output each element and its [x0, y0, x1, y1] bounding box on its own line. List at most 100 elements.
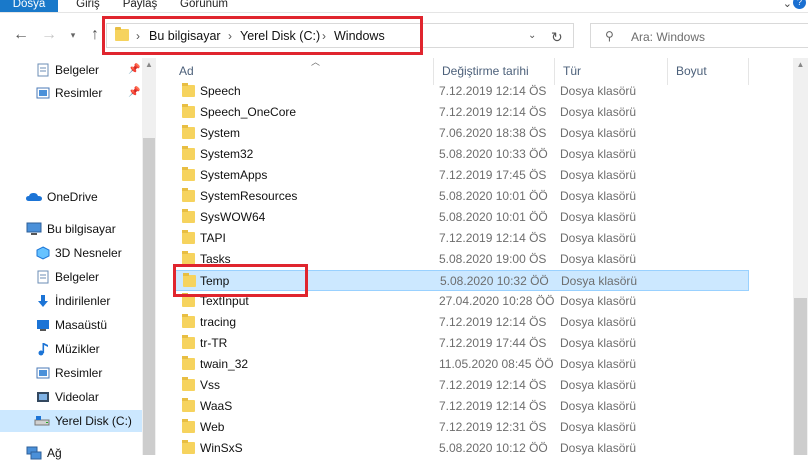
nav-label: Yerel Disk (C:) [55, 414, 132, 428]
pin-icon[interactable]: 📌 [128, 59, 140, 81]
table-row[interactable]: System 7.06.2020 18:38 ÖS Dosya klasörü [174, 123, 749, 144]
nav-item-3d-objects[interactable]: 3D Nesneler [0, 242, 142, 264]
folder-icon [182, 167, 195, 181]
tab-view[interactable]: Görünüm [174, 0, 234, 12]
ribbon-collapse-icon[interactable]: ⌄ [783, 0, 792, 10]
file-type: Dosya klasörü [560, 168, 637, 182]
table-row[interactable]: WinSxS 5.08.2020 10:12 ÖÖ Dosya klasörü [174, 438, 749, 459]
nav-label: Müzikler [55, 342, 100, 356]
folder-icon [182, 314, 195, 328]
desktop-icon [37, 320, 49, 331]
nav-item-documents[interactable]: Belgeler [0, 266, 142, 288]
table-row[interactable]: TAPI 7.12.2019 12:14 ÖS Dosya klasörü [174, 228, 749, 249]
nav-item-this-pc[interactable]: Bu bilgisayar [0, 218, 142, 240]
table-row[interactable]: System32 5.08.2020 10:33 ÖÖ Dosya klasörü [174, 144, 749, 165]
folder-icon [182, 398, 195, 412]
file-name: SysWOW64 [200, 210, 266, 224]
forward-button[interactable]: → [38, 23, 60, 47]
table-row[interactable]: tracing 7.12.2019 12:14 ÖS Dosya klasörü [174, 312, 749, 333]
table-row[interactable]: Web 7.12.2019 12:31 ÖS Dosya klasörü [174, 417, 749, 438]
file-name: System [200, 126, 241, 140]
file-type: Dosya klasörü [560, 420, 637, 434]
tab-home[interactable]: Giriş [68, 0, 108, 12]
highlight-box-temp [173, 264, 308, 297]
up-arrow-icon: ↑ [91, 26, 99, 43]
column-header-label: Ad [179, 64, 194, 78]
nav-item-videos[interactable]: Videolar [0, 386, 142, 408]
file-name: Web [200, 420, 225, 434]
file-date: 7.12.2019 17:45 ÖS [439, 168, 547, 182]
nav-item-pictures[interactable]: Resimler [0, 362, 142, 384]
file-type: Dosya klasörü [560, 210, 637, 224]
file-name: Speech [200, 84, 241, 98]
help-icon[interactable]: ? [793, 0, 806, 9]
table-row[interactable]: twain_32 11.05.2020 08:45 ÖÖ Dosya klasörü [174, 354, 749, 375]
file-date: 5.08.2020 10:12 ÖÖ [439, 441, 548, 455]
file-date: 5.08.2020 10:01 ÖÖ [439, 210, 548, 224]
scrollbar-thumb[interactable] [794, 298, 807, 455]
folder-icon [182, 377, 195, 391]
file-type: Dosya klasörü [560, 189, 637, 203]
file-type: Dosya klasörü [560, 147, 637, 161]
pin-icon[interactable]: 📌 [128, 82, 140, 104]
nav-item-music[interactable]: Müzikler [0, 338, 142, 360]
file-type: Dosya klasörü [560, 336, 637, 350]
folder-icon [182, 104, 195, 118]
file-type: Dosya klasörü [560, 315, 637, 329]
pictures-icon [36, 367, 50, 379]
table-row[interactable]: tr-TR 7.12.2019 17:44 ÖS Dosya klasörü [174, 333, 749, 354]
nav-label: Videolar [55, 390, 99, 404]
table-row[interactable]: SystemResources 5.08.2020 10:01 ÖÖ Dosya k… [174, 186, 749, 207]
music-icon [38, 343, 48, 356]
nav-item-onedrive[interactable]: OneDrive [0, 186, 142, 208]
nav-item-downloads[interactable]: İndirilenler [0, 290, 142, 312]
file-list-scrollbar[interactable]: ▲ [793, 58, 808, 455]
folder-icon [182, 188, 195, 202]
tab-file[interactable]: Dosya [0, 0, 58, 12]
file-date: 11.05.2020 08:45 ÖÖ [439, 357, 554, 371]
nav-item-local-disk[interactable]: Yerel Disk (C:) [0, 410, 142, 432]
file-name: WaaS [200, 399, 233, 413]
scroll-up-icon[interactable]: ▲ [793, 60, 808, 69]
file-date: 5.08.2020 10:33 ÖÖ [439, 147, 548, 161]
back-button[interactable]: ← [10, 23, 32, 47]
nav-label: Bu bilgisayar [47, 222, 116, 236]
folder-icon [182, 335, 195, 349]
computer-icon [26, 222, 42, 235]
videos-icon [37, 392, 49, 402]
table-row[interactable]: Vss 7.12.2019 12:14 ÖS Dosya klasörü [174, 375, 749, 396]
nav-item-desktop[interactable]: Masaüstü [0, 314, 142, 336]
scrollbar-thumb[interactable] [143, 138, 155, 455]
file-list: Ad ︿ Değiştirme tarihi Tür Boyut Speech 7… [157, 57, 793, 455]
table-row[interactable]: Speech_OneCore 7.12.2019 12:14 ÖS Dosya kl… [174, 102, 749, 123]
nav-pane-scrollbar[interactable]: ▲ [142, 58, 156, 455]
file-name: SystemApps [200, 168, 268, 182]
nav-label: 3D Nesneler [55, 246, 122, 260]
table-row[interactable]: SysWOW64 5.08.2020 10:01 ÖÖ Dosya klasörü [174, 207, 749, 228]
file-type: Dosya klasörü [560, 294, 637, 308]
folder-icon [182, 356, 195, 370]
table-row[interactable]: WaaS 7.12.2019 12:14 ÖS Dosya klasörü [174, 396, 749, 417]
table-row[interactable]: SystemApps 7.12.2019 17:45 ÖS Dosya klasör… [174, 165, 749, 186]
search-input[interactable] [629, 27, 793, 47]
tab-share[interactable]: Paylaş [118, 0, 162, 12]
search-box[interactable]: ⚲ [590, 23, 808, 48]
recent-locations-button[interactable]: ▾ [62, 23, 84, 47]
refresh-button[interactable]: ↻ [551, 29, 563, 46]
folder-icon [182, 440, 195, 454]
folder-icon [182, 146, 195, 160]
nav-label: Belgeler [55, 63, 100, 77]
folder-icon [182, 83, 195, 97]
table-row[interactable]: Speech 7.12.2019 12:14 ÖS Dosya klasörü [174, 81, 749, 102]
file-date: 27.04.2020 10:28 ÖÖ [439, 294, 555, 308]
highlight-box-address [102, 16, 423, 55]
drive-icon [34, 416, 50, 426]
nav-item-quick-documents[interactable]: Belgeler 📌 [0, 59, 142, 81]
3d-objects-icon [36, 246, 50, 260]
nav-item-network[interactable]: Ağ [0, 442, 142, 464]
file-type: Dosya klasörü [560, 84, 637, 98]
address-dropdown-icon[interactable]: ⌄ [528, 30, 536, 41]
file-date: 7.12.2019 12:14 ÖS [439, 231, 547, 245]
scroll-up-icon[interactable]: ▲ [142, 60, 156, 69]
nav-item-quick-pictures[interactable]: Resimler 📌 [0, 82, 142, 104]
